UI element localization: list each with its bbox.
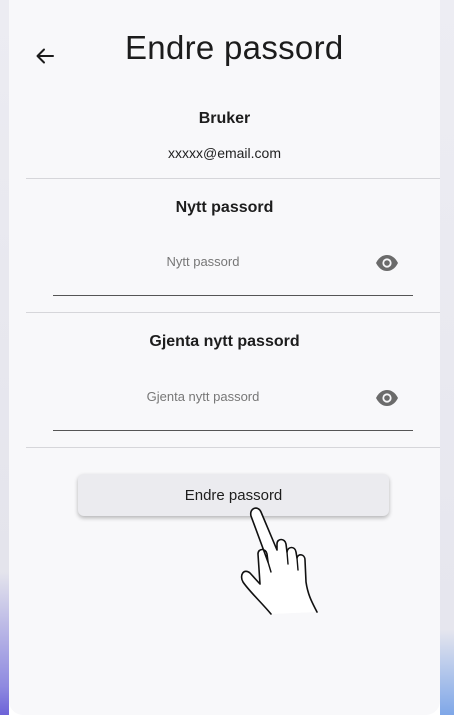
device-frame-left-edge bbox=[0, 0, 9, 715]
page-title: Endre passord bbox=[125, 29, 344, 66]
arrow-left-icon bbox=[36, 48, 54, 64]
new-password-field[interactable] bbox=[53, 241, 413, 296]
eye-icon bbox=[376, 390, 398, 406]
new-password-input[interactable] bbox=[53, 241, 353, 281]
divider bbox=[26, 178, 440, 179]
toggle-repeat-password-visibility[interactable] bbox=[373, 384, 401, 412]
repeat-password-input[interactable] bbox=[53, 376, 353, 416]
divider bbox=[26, 312, 440, 313]
repeat-password-label: Gjenta nytt passord bbox=[149, 333, 300, 350]
user-email: xxxxx@email.com bbox=[167, 145, 281, 161]
change-password-button[interactable]: Endre passord bbox=[78, 474, 389, 516]
repeat-password-field[interactable] bbox=[53, 376, 413, 431]
app-screen: Endre passord Bruker xxxxx@email.com Nyt… bbox=[9, 0, 440, 715]
user-section-label: Bruker bbox=[198, 110, 251, 127]
new-password-label: Nytt passord bbox=[175, 199, 274, 216]
hand-pointer-icon bbox=[240, 507, 318, 615]
eye-icon bbox=[376, 255, 398, 271]
back-button[interactable] bbox=[27, 38, 63, 74]
app-bar: Endre passord bbox=[9, 0, 440, 100]
device-frame-right-edge bbox=[440, 0, 454, 715]
divider bbox=[26, 447, 440, 448]
toggle-new-password-visibility[interactable] bbox=[373, 249, 401, 277]
